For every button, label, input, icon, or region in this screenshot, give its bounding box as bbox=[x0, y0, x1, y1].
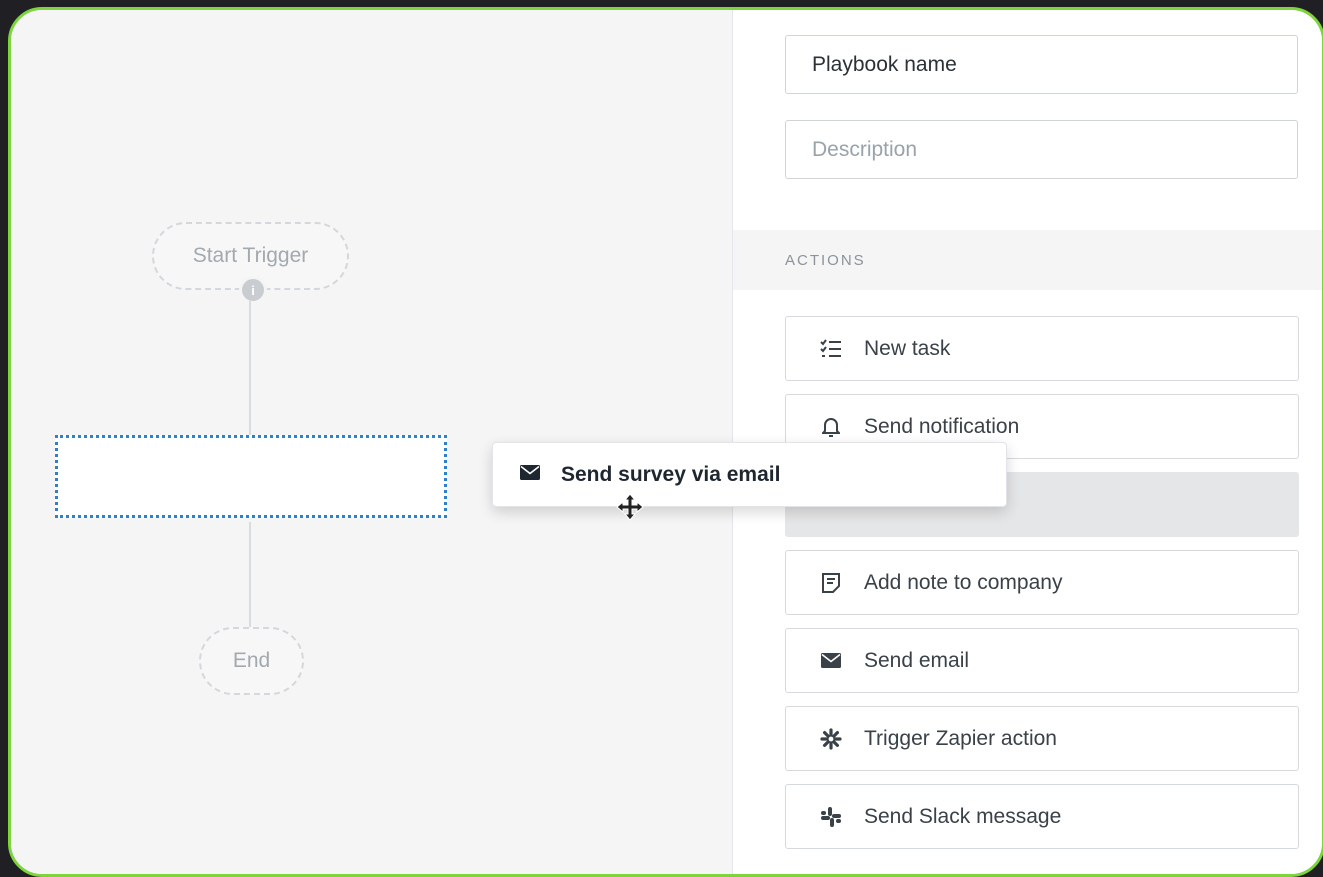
action-trigger-zapier[interactable]: Trigger Zapier action bbox=[785, 706, 1299, 771]
action-label: Trigger Zapier action bbox=[864, 726, 1057, 750]
slack-icon bbox=[818, 804, 844, 830]
start-trigger-label: Start Trigger bbox=[192, 244, 309, 267]
action-label: Add note to company bbox=[864, 570, 1063, 594]
action-new-task[interactable]: New task bbox=[785, 316, 1299, 381]
end-label: End bbox=[232, 649, 271, 672]
dragging-card-label: Send survey via email bbox=[561, 462, 781, 486]
envelope-icon bbox=[818, 648, 844, 674]
envelope-icon bbox=[520, 464, 540, 485]
action-label: Send email bbox=[864, 648, 970, 672]
description-input[interactable] bbox=[785, 120, 1298, 179]
action-label: New task bbox=[864, 336, 951, 360]
action-label: Send Slack message bbox=[864, 804, 1062, 828]
action-send-email[interactable]: Send email bbox=[785, 628, 1299, 693]
bell-icon bbox=[818, 414, 844, 440]
actions-header-label: ACTIONS bbox=[785, 251, 866, 269]
task-list-icon bbox=[818, 336, 844, 362]
playbook-name-input[interactable] bbox=[785, 35, 1298, 94]
end-node: End bbox=[199, 627, 304, 695]
note-icon bbox=[818, 570, 844, 596]
zapier-icon bbox=[818, 726, 844, 752]
action-send-slack[interactable]: Send Slack message bbox=[785, 784, 1299, 849]
info-icon[interactable]: i bbox=[239, 276, 267, 304]
connector-line bbox=[249, 300, 251, 437]
action-label: Send notification bbox=[864, 414, 1020, 438]
drop-zone[interactable] bbox=[55, 435, 447, 518]
playbook-editor: Start Trigger i End ACTIONS New task bbox=[8, 7, 1323, 877]
connector-line bbox=[249, 522, 251, 628]
actions-section-header: ACTIONS bbox=[733, 230, 1322, 290]
action-add-note[interactable]: Add note to company bbox=[785, 550, 1299, 615]
dragging-action-card[interactable]: Send survey via email bbox=[492, 442, 1007, 507]
move-cursor-icon bbox=[615, 492, 645, 522]
